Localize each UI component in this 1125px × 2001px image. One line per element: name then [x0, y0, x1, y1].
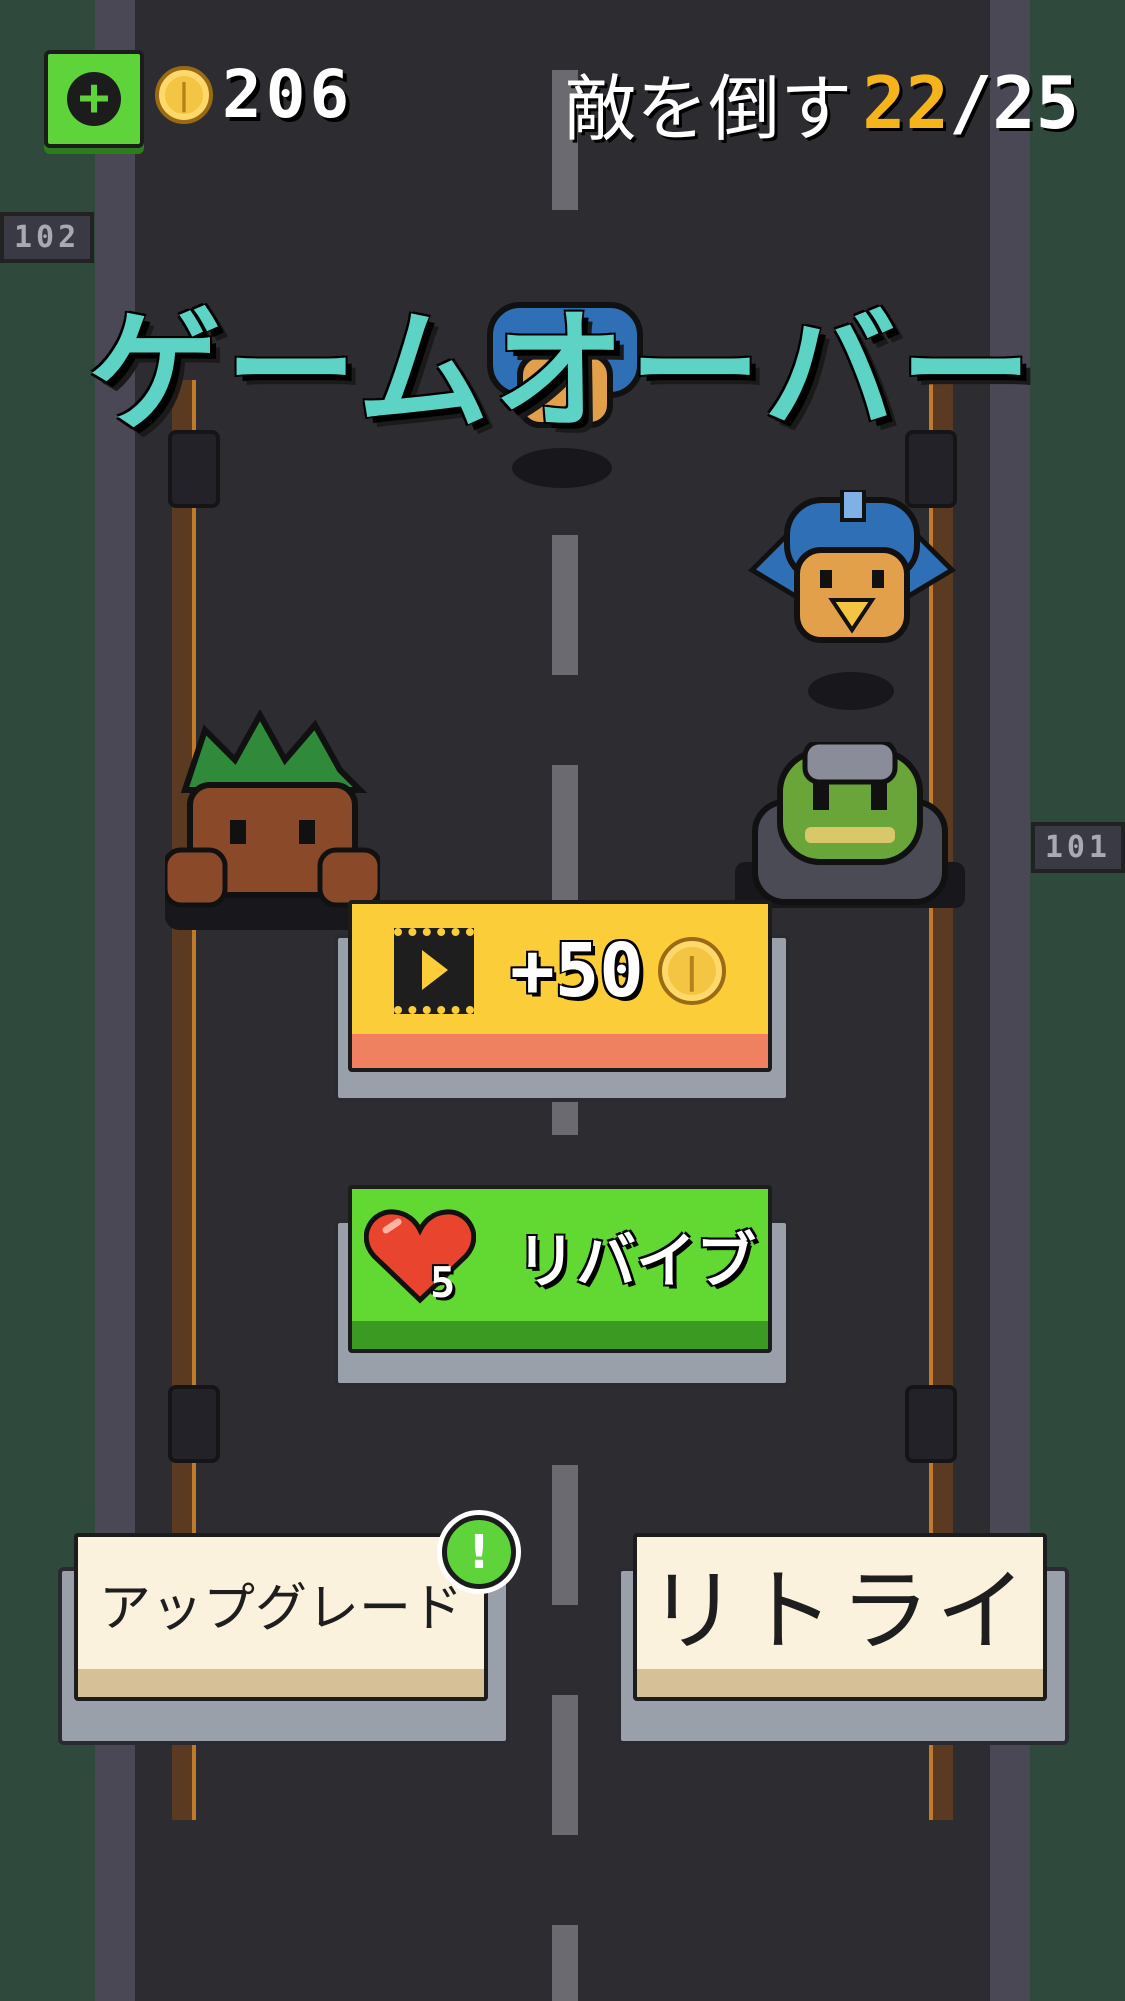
- coin-icon: |: [657, 937, 726, 1005]
- drain-grate: [168, 1385, 220, 1463]
- button-face: +50 |: [348, 900, 772, 1072]
- lane-dash: [552, 1695, 578, 1835]
- lane-dash: [552, 1925, 578, 2001]
- revive-cost: 5: [430, 1258, 456, 1307]
- button-face: アップグレード: [74, 1533, 488, 1701]
- revive-label: リバイブ: [516, 1226, 756, 1297]
- heart-icon: 5: [364, 1208, 476, 1307]
- retry-label: リトライ: [648, 1559, 1032, 1664]
- enemy-shadow: [808, 672, 894, 710]
- road-sign: 102: [0, 212, 95, 263]
- alert-badge-icon: !: [442, 1515, 516, 1589]
- video-icon: [394, 928, 475, 1014]
- button-face: リトライ: [633, 1533, 1047, 1701]
- drain-grate: [905, 1385, 957, 1463]
- game-over-title: ゲームオーバー: [89, 295, 1036, 449]
- task-current: 22: [862, 60, 949, 145]
- task-separator: /: [948, 60, 993, 145]
- button-face: 5 リバイブ: [348, 1185, 772, 1353]
- watch-ad-button[interactable]: +50 |: [334, 900, 790, 1102]
- road-sign: 101: [1030, 822, 1125, 873]
- retry-button[interactable]: リトライ: [617, 1533, 1069, 1745]
- reward-amount: +50: [510, 928, 644, 1014]
- upgrade-button[interactable]: アップグレード !: [58, 1515, 516, 1745]
- frog-enemy: [735, 739, 965, 916]
- lane-dash: [552, 1465, 578, 1605]
- task-progress: 敵を倒す 22 / 25: [564, 50, 1079, 155]
- task-label: 敵を倒す: [564, 67, 853, 151]
- plus-icon: +: [67, 72, 121, 126]
- upgrade-label: アップグレード: [98, 1578, 463, 1639]
- revive-button[interactable]: 5 リバイブ: [334, 1185, 790, 1387]
- add-coins-button[interactable]: +: [44, 50, 144, 148]
- coin-icon: |: [155, 66, 213, 124]
- lane-dash: [552, 535, 578, 675]
- lane-dash: [552, 765, 578, 905]
- bird-enemy: [742, 488, 962, 654]
- task-total: 25: [992, 60, 1079, 145]
- coin-count: 206: [222, 56, 354, 133]
